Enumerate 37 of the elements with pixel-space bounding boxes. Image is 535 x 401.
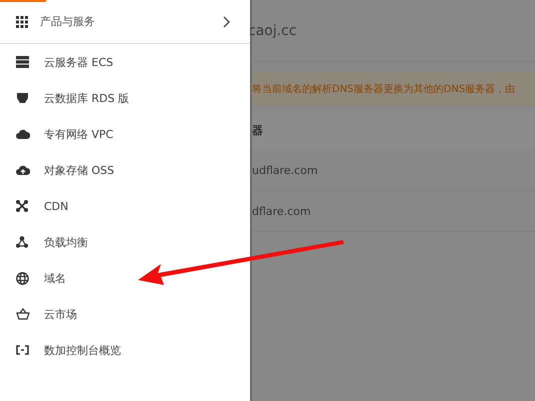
cloud-icon	[16, 129, 30, 139]
server-icon	[16, 56, 29, 68]
network-icon	[16, 200, 28, 212]
menu-item[interactable]: 域名	[0, 260, 250, 296]
menu-header-label: 产品与服务	[40, 14, 96, 29]
column-header: 器	[252, 122, 263, 138]
menu-item[interactable]: 云数据库 RDS 版	[0, 80, 250, 116]
nodes-icon	[16, 236, 28, 248]
accent-bar	[0, 0, 46, 2]
menu-item[interactable]: 云市场	[0, 296, 250, 332]
bracket-icon	[16, 345, 29, 355]
globe-icon	[16, 272, 29, 284]
menu-item-label: 负载均衡	[44, 234, 88, 250]
menu-item[interactable]: 云服务器 ECS	[0, 44, 250, 80]
menu-item-label: 云市场	[44, 306, 77, 322]
grid-icon	[16, 16, 28, 28]
table-cell: dflare.com	[252, 191, 535, 232]
menu-item-label: 数加控制台概览	[44, 342, 121, 358]
shopping-basket-icon	[16, 308, 30, 320]
menu-item[interactable]: 数加控制台概览	[0, 332, 250, 368]
cloud-upload-icon	[16, 164, 30, 176]
menu-item[interactable]: 负载均衡	[0, 224, 250, 260]
menu-item[interactable]: CDN	[0, 188, 250, 224]
domain-title: caoj.cc	[248, 0, 535, 62]
menu-header[interactable]: 产品与服务	[0, 0, 250, 44]
menu-item[interactable]: 对象存储 OSS	[0, 152, 250, 188]
database-icon	[16, 92, 29, 104]
chevron-right-icon	[223, 16, 230, 28]
menu-item-label: 云数据库 RDS 版	[44, 90, 130, 106]
notice-text: 将当前域名的解析DNS服务器更换为其他的DNS服务器，由	[252, 82, 516, 96]
menu-item-label: 专有网络 VPC	[44, 126, 114, 142]
menu-item[interactable]: 专有网络 VPC	[0, 116, 250, 152]
menu-item-label: 对象存储 OSS	[44, 162, 114, 178]
menu-item-label: CDN	[44, 200, 68, 212]
menu-item-label: 云服务器 ECS	[44, 54, 114, 70]
menu-item-label: 域名	[44, 270, 66, 286]
table-cell: udflare.com	[252, 150, 535, 191]
